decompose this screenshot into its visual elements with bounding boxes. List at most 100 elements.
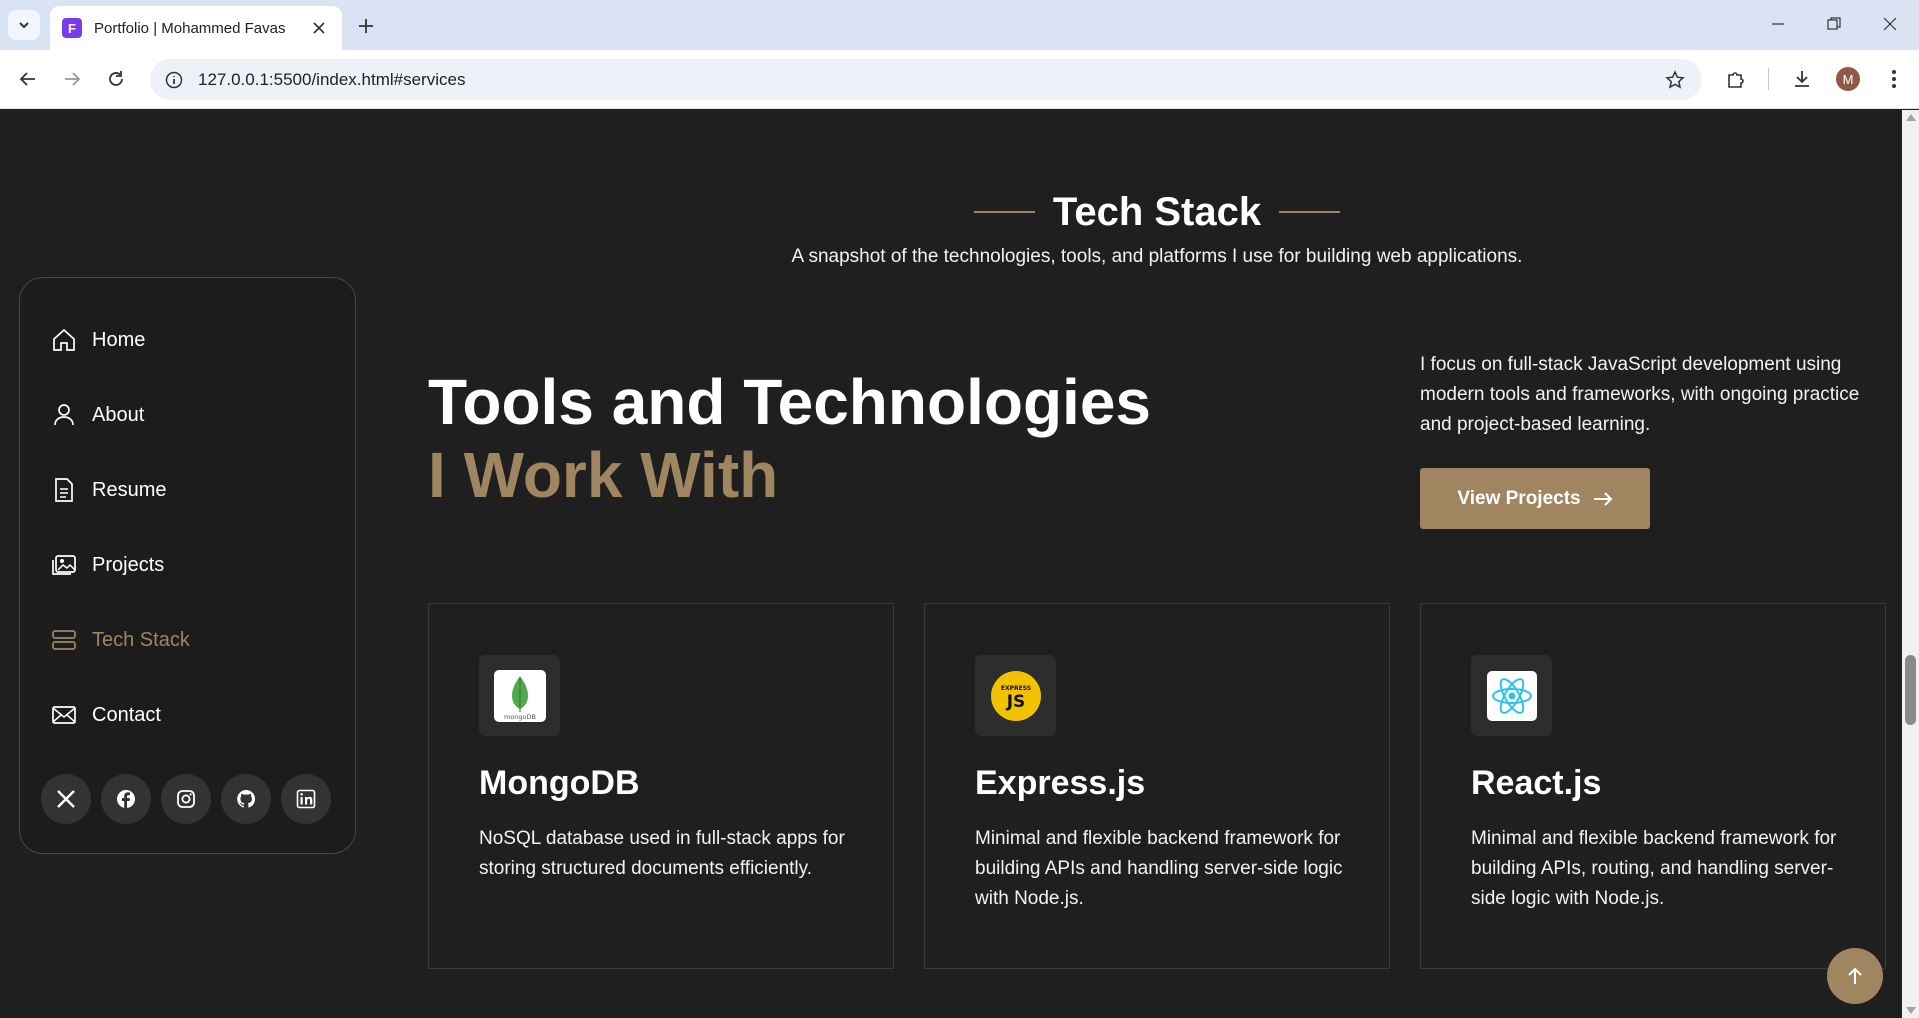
tab-close-button[interactable] [308,17,330,39]
scrollbar-thumb[interactable] [1905,655,1916,725]
main-heading: Tools and Technologies [428,366,1151,438]
title-decor-line [974,211,1035,213]
close-icon [1883,17,1897,31]
menu-button[interactable] [1878,63,1910,95]
sidebar-item-tech-stack[interactable]: Tech Stack [50,620,190,660]
tab-search-button[interactable] [8,10,40,40]
social-links [41,774,331,824]
chevron-down-icon [19,22,29,29]
arrow-right-icon [65,72,81,86]
tab-title: Portfolio | Mohammed Favas [94,19,286,37]
sidebar-item-label: Resume [92,478,167,501]
card-description: Minimal and flexible backend framework f… [975,828,1343,909]
card-title: MongoDB [479,764,640,802]
card-title: React.js [1471,764,1602,802]
scroll-up-arrow-icon[interactable] [1906,114,1916,121]
button-label: View Projects [1457,487,1581,509]
tech-card-mongodb: mongoDB MongoDB NoSQL database used in f… [428,603,894,969]
github-link[interactable] [221,774,271,824]
x-icon [57,790,75,808]
arrow-left-icon [19,72,35,86]
arrow-up-icon [1848,967,1862,984]
plus-icon [359,19,373,33]
mongodb-logo-icon: mongoDB [493,669,546,722]
home-icon [50,326,78,354]
minimize-button[interactable] [1758,8,1798,40]
new-tab-button[interactable] [352,12,380,40]
kebab-menu-icon [1892,70,1896,88]
arrow-right-icon [1593,491,1613,506]
section-title: Tech Stack [1052,189,1262,234]
forward-button[interactable] [56,63,88,95]
image-icon [50,551,78,579]
sidebar-item-label: Tech Stack [92,628,190,651]
title-decor-line [1279,211,1340,213]
section-title-row: Tech Stack [974,182,1340,242]
restore-button[interactable] [1814,8,1854,40]
svg-text:EXPRESS: EXPRESS [1000,685,1030,692]
intro-text: I focus on full-stack JavaScript develop… [1420,354,1860,435]
react-logo-icon [1486,670,1537,721]
toolbar-divider [1768,68,1769,90]
sidebar-item-home[interactable]: Home [50,320,145,360]
server-icon [50,626,78,654]
sidebar-item-projects[interactable]: Projects [50,545,164,585]
download-icon [1795,71,1809,87]
close-icon [313,22,325,34]
reload-button[interactable] [100,63,132,95]
github-icon [237,789,256,808]
sidebar-item-label: About [92,403,145,426]
bookmark-star-icon[interactable] [1662,67,1688,93]
expressjs-logo-icon: EXPRESS JS [990,670,1041,721]
card-description: Minimal and flexible backend framework f… [1471,828,1837,909]
back-to-top-button[interactable] [1827,948,1883,1004]
linkedin-icon [296,789,316,809]
sidebar-item-label: Contact [92,703,161,726]
main-heading-accent: I Work With [428,439,779,511]
scroll-down-arrow-icon[interactable] [1906,1007,1916,1014]
address-bar[interactable]: 127.0.0.1:5500/index.html#services [150,59,1702,100]
page-viewport: Tech Stack A snapshot of the technologie… [0,110,1902,1018]
svg-text:JS: JS [1005,692,1025,712]
browser-tabbar: F Portfolio | Mohammed Favas [0,0,1919,50]
profile-button[interactable]: M [1832,63,1864,95]
restore-icon [1827,17,1841,30]
avatar: M [1836,67,1860,91]
instagram-link[interactable] [161,774,211,824]
facebook-link[interactable] [101,774,151,824]
user-icon [50,401,78,429]
reload-icon [109,71,123,86]
page-scrollbar[interactable] [1902,110,1919,1018]
sidebar-nav: Home About Resume Projects Tech Stack Co… [19,277,356,854]
browser-tab[interactable]: F Portfolio | Mohammed Favas [50,6,342,50]
sidebar-item-resume[interactable]: Resume [50,470,166,510]
sidebar-item-contact[interactable]: Contact [50,695,161,735]
browser-toolbar: 127.0.0.1:5500/index.html#services M [0,50,1919,109]
card-description: NoSQL database used in full-stack apps f… [479,828,845,879]
card-icon-box: EXPRESS JS [975,655,1056,736]
favicon-icon: F [62,18,82,38]
tech-card-reactjs: React.js Minimal and flexible backend fr… [1420,603,1886,969]
x-twitter-link[interactable] [41,774,91,824]
card-icon-box [1471,655,1552,736]
view-projects-button[interactable]: View Projects [1420,468,1650,529]
sidebar-item-label: Projects [92,553,165,576]
puzzle-icon [1728,72,1744,88]
sidebar-item-label: Home [92,328,146,351]
sidebar-item-about[interactable]: About [50,395,144,435]
instagram-icon [177,790,195,808]
back-button[interactable] [12,63,44,95]
card-title: Express.js [975,764,1146,802]
tech-card-expressjs: EXPRESS JS Express.js Minimal and flexib… [924,603,1390,969]
extensions-button[interactable] [1720,63,1752,95]
downloads-button[interactable] [1786,63,1818,95]
minimize-icon [1772,23,1784,25]
close-window-button[interactable] [1870,8,1910,40]
mail-icon [50,701,78,729]
document-icon [50,476,78,504]
card-icon-box: mongoDB [479,655,560,736]
site-info-icon[interactable] [164,70,184,90]
url-text[interactable]: 127.0.0.1:5500/index.html#services [198,70,1662,90]
facebook-icon [117,790,135,808]
linkedin-link[interactable] [281,774,331,824]
